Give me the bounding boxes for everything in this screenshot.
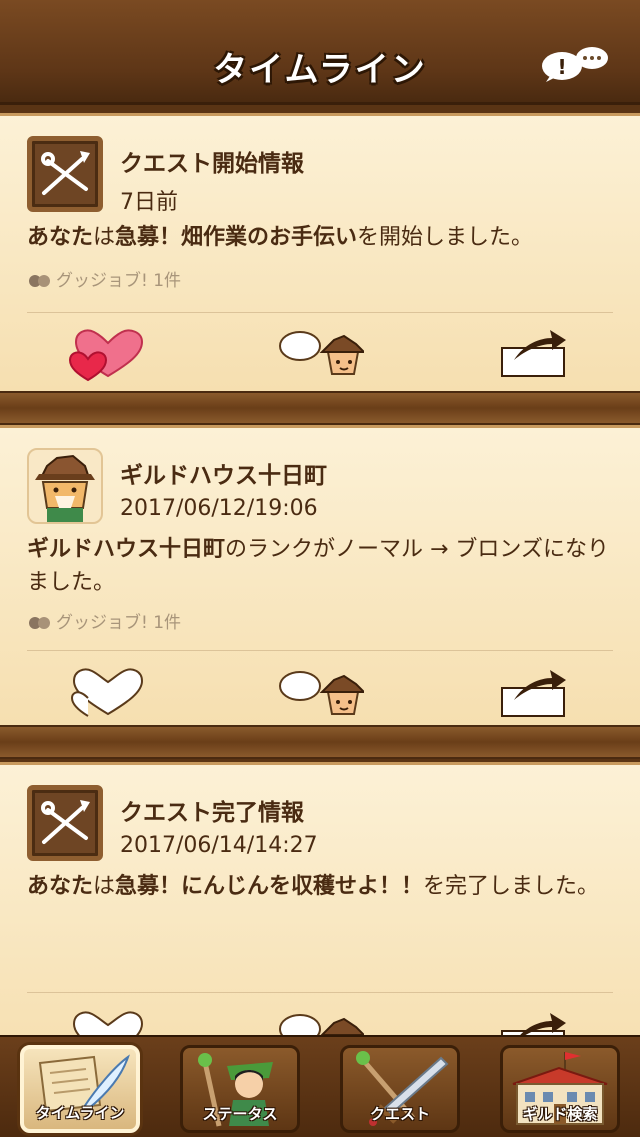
- share-button[interactable]: [500, 1011, 568, 1035]
- goodjob-label: グッジョブ! 1件: [56, 271, 182, 291]
- card-message: ギルドハウス十日町のランクがノーマル → ブロンズになりました。: [27, 533, 617, 599]
- goodjob-heart-button[interactable]: [68, 326, 148, 386]
- notification-chat-icon[interactable]: !: [540, 46, 610, 82]
- bottom-tab-bar: タイムライン ステータス クエスト ギルド検索: [0, 1035, 640, 1137]
- quest-icon: [27, 785, 103, 861]
- comment-button[interactable]: [278, 324, 367, 386]
- card-title: クエスト完了情報: [120, 800, 304, 826]
- card-title: ギルドハウス十日町: [120, 463, 327, 489]
- guild-name: ギルドハウス十日町: [27, 537, 226, 562]
- card-divider: [27, 992, 613, 993]
- svg-text:!: !: [557, 55, 566, 79]
- goodjob-count[interactable]: グッジョブ! 1件: [28, 266, 181, 294]
- tab-timeline[interactable]: タイムライン: [20, 1045, 140, 1133]
- message-text: を開始しました。: [357, 225, 534, 250]
- quest-name: 急募！にんじんを収穫せよ！！: [115, 874, 424, 899]
- tab-label: クエスト: [369, 1105, 430, 1123]
- goodjob-label: グッジョブ! 1件: [56, 613, 182, 633]
- timeline-feed[interactable]: クエスト開始情報 7日前 あなたは急募！畑作業のお手伝いを開始しました。 グッジ…: [0, 105, 640, 1035]
- goodjob-hearts-icon: [28, 273, 52, 294]
- message-text: は: [93, 225, 116, 250]
- quest-name: 急募！畑作業のお手伝い: [115, 225, 358, 250]
- card-divider: [27, 312, 613, 313]
- comment-button[interactable]: [278, 664, 367, 726]
- timeline-card: クエスト完了情報 2017/06/14/14:27 あなたは急募！にんじんを収穫…: [0, 762, 640, 1035]
- app-header: タイムライン !: [0, 0, 640, 105]
- user-name: あなた: [27, 225, 94, 250]
- card-time: 7日前: [120, 190, 178, 215]
- tab-guild-search[interactable]: ギルド検索: [500, 1045, 620, 1133]
- tab-quest[interactable]: クエスト: [340, 1045, 460, 1133]
- card-time: 2017/06/12/19:06: [120, 496, 318, 521]
- tab-label: タイムライン: [35, 1104, 125, 1122]
- timeline-card: クエスト開始情報 7日前 あなたは急募！畑作業のお手伝いを開始しました。 グッジ…: [0, 113, 640, 391]
- message-text: を完了しました。: [423, 874, 600, 899]
- goodjob-heart-button[interactable]: [68, 1009, 148, 1035]
- guild-avatar[interactable]: [27, 448, 103, 524]
- card-title: クエスト開始情報: [120, 151, 304, 177]
- card-message: あなたは急募！にんじんを収穫せよ！！を完了しました。: [27, 870, 617, 903]
- message-text: は: [93, 874, 116, 899]
- goodjob-hearts-icon: [28, 615, 52, 636]
- quest-icon: [27, 136, 103, 212]
- user-name: あなた: [27, 874, 94, 899]
- card-separator: [0, 391, 640, 425]
- card-divider: [27, 650, 613, 651]
- tab-label: ギルド検索: [522, 1105, 598, 1123]
- timeline-card: ギルドハウス十日町 2017/06/12/19:06 ギルドハウス十日町のランク…: [0, 425, 640, 725]
- share-button[interactable]: [500, 328, 568, 382]
- card-separator: [0, 725, 640, 759]
- goodjob-count[interactable]: グッジョブ! 1件: [28, 608, 181, 636]
- tab-status[interactable]: ステータス: [180, 1045, 300, 1133]
- share-button[interactable]: [500, 668, 568, 722]
- tab-label: ステータス: [202, 1105, 278, 1123]
- card-time: 2017/06/14/14:27: [120, 833, 318, 858]
- comment-button[interactable]: [278, 1007, 366, 1035]
- goodjob-heart-button[interactable]: [68, 666, 148, 722]
- card-message: あなたは急募！畑作業のお手伝いを開始しました。: [27, 221, 617, 254]
